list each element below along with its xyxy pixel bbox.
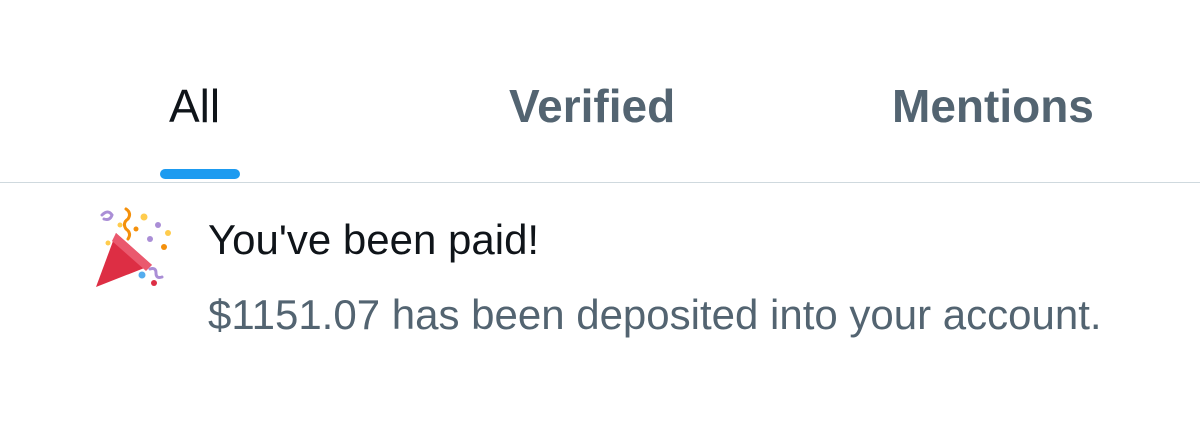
tab-verified-label: Verified [509, 80, 676, 132]
notification-title: You've been paid! [208, 216, 540, 263]
tab-mentions[interactable]: Mentions [860, 0, 1160, 182]
tab-verified[interactable]: Verified [460, 0, 740, 182]
tab-all-label: All [169, 80, 221, 132]
tab-all[interactable]: All [120, 0, 280, 182]
tab-mentions-label: Mentions [892, 80, 1094, 132]
notification-tabs: All Verified Mentions [0, 0, 1200, 182]
notification-item[interactable]: You've been paid! $1151.07 has been depo… [0, 183, 1200, 433]
notification-body: $1151.07 has been deposited into your ac… [208, 291, 1102, 338]
party-popper-icon [96, 207, 171, 287]
active-tab-indicator [160, 169, 240, 179]
